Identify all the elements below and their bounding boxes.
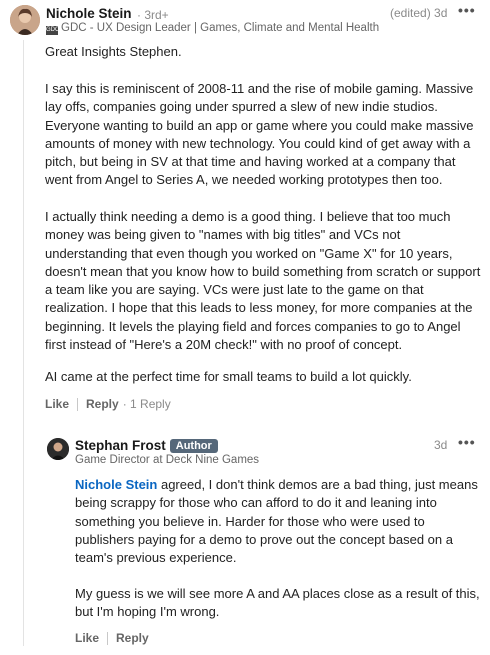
avatar-stephan[interactable]: [47, 438, 69, 460]
more-options-icon[interactable]: •••: [458, 2, 476, 18]
reply-button[interactable]: Reply: [86, 397, 119, 411]
avatar-nichole[interactable]: [10, 5, 40, 35]
divider: [107, 631, 109, 645]
like-button[interactable]: Like: [75, 631, 99, 645]
author-badge: Author: [169, 439, 218, 453]
thread-line: [23, 40, 24, 646]
comment-author-name[interactable]: Nichole Stein: [46, 6, 132, 21]
reply-timestamp: 3d: [434, 438, 448, 452]
reply-author-headline: Game Director at Deck Nine Games: [75, 454, 260, 466]
comment-timestamp: (edited) 3d: [390, 6, 448, 20]
mention-link[interactable]: Nichole Stein: [75, 477, 157, 492]
more-options-icon[interactable]: •••: [458, 434, 476, 450]
comment-paragraph: I say this is reminiscent of 2008-11 and…: [45, 81, 474, 188]
reply-button[interactable]: Reply: [116, 631, 149, 645]
comment-paragraph: AI came at the perfect time for small te…: [45, 369, 412, 384]
comment-author-headline: GDC GDC - UX Design Leader | Games, Clima…: [46, 22, 380, 35]
reply-count[interactable]: · 1 Reply: [123, 397, 171, 411]
comment-paragraph: I actually think needing a demo is a goo…: [45, 209, 481, 353]
comment-paragraph: Great Insights Stephen.: [45, 44, 182, 59]
reply-actions: Like Reply: [75, 631, 149, 645]
comment-actions: Like Reply · 1 Reply: [45, 397, 171, 411]
like-button[interactable]: Like: [45, 397, 69, 411]
connection-degree: · 3rd+: [137, 8, 169, 22]
divider: [77, 397, 79, 411]
reply-paragraph: Nichole Stein agreed, I don't think demo…: [75, 477, 478, 566]
reply-author-name[interactable]: Stephan Frost Author: [75, 438, 218, 453]
reply-paragraph: My guess is we will see more A and AA pl…: [75, 586, 480, 620]
gdc-logo-icon: GDC: [46, 26, 60, 35]
